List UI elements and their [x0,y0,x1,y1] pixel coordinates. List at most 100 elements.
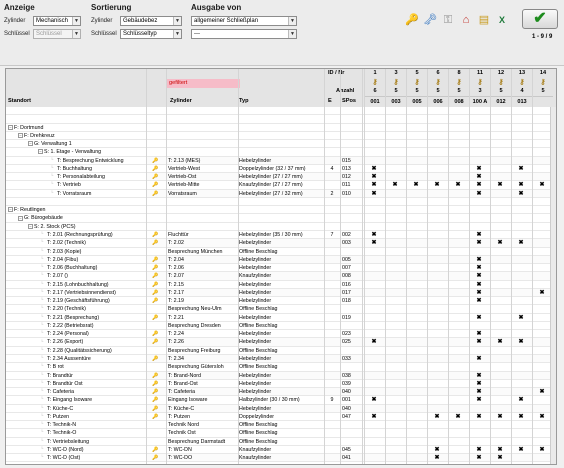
tree-node[interactable]: └ T: Cafeteria [6,388,146,396]
filter-indicator[interactable]: gefiltert [166,79,240,88]
tree-node[interactable]: └ T: 2.03 (Kopie) [6,247,146,255]
permission-mark[interactable]: ✖ [493,454,507,462]
permission-mark[interactable]: ✖ [493,181,507,189]
table-row[interactable]: └ T: 2.20 (Technik) Besprechung Neu-Ulm Off… [6,305,556,314]
table-row[interactable]: └ T: Küche-C 🔑 T: Küche-C Hebelzylinder 040 [6,404,556,413]
typ-header[interactable]: Typ [239,98,249,104]
table-row[interactable]: − F: Drehkreuz [6,131,556,141]
table-row[interactable]: └ T: Buchhaltung 🔑 Vertrieb-West Doppelzylin… [6,164,556,174]
tree-node[interactable]: └ T: WC-D (Ost) [6,454,146,462]
tree-node[interactable]: − F: Reutlingen [6,206,146,214]
permission-mark[interactable]: ✖ [367,396,381,404]
table-row[interactable]: └ T: 2.02 (Technik) 🔑 T: 2.02 Hebelzylinder 0… [6,239,556,248]
tree-node[interactable]: └ T: 2.28 (Qualitätssicherung) [6,346,146,354]
home-icon[interactable]: ⌂ [458,12,474,28]
permission-mark[interactable]: ✖ [367,231,381,239]
permission-mark[interactable]: ✖ [367,181,381,189]
permission-mark[interactable]: ✖ [472,256,486,264]
table-row[interactable]: − S: 1. Etage - Verwaltung [6,148,556,157]
table-row[interactable]: └ T: Technik-N Technik Nord Offline Beschla… [6,421,556,430]
permission-mark[interactable]: ✖ [493,413,507,421]
tree-node[interactable]: − F: Dortmund [6,123,146,131]
key-column-header[interactable]: 5 ⚷ 5 005 [406,69,427,107]
tree-node[interactable]: └ T: Personalabteilung [6,173,146,181]
table-row[interactable]: − F: Reutlingen [6,206,556,215]
table-row[interactable]: └ T: WC-D (Ost) 🔑 T: WC-DO Knaufzylinder 041 ✖… [6,454,556,463]
table-row[interactable]: └ T: Personalabteilung 🔑 Vertrieb-Ost Hebelz… [6,173,556,182]
permission-mark[interactable]: ✖ [472,380,486,388]
tree-node[interactable] [6,115,146,123]
permission-mark[interactable]: ✖ [535,388,549,396]
table-row[interactable]: └ T: Putzen 🔑 T: Putzen Doppelzylinder 047 ✖ ✖ ✖… [6,412,556,422]
sortierung-zylinder-select[interactable]: Gebäudebez ▼ [120,15,182,26]
table-row[interactable]: └ T: 2.21 (Besprechung) 🔑 T: 2.21 Hebelzylin… [6,313,556,322]
tree-node[interactable]: └ T: Brandtür Ost [6,379,146,388]
permission-mark[interactable]: ✖ [367,173,381,181]
tree-node[interactable]: └ T: B rot [6,363,146,371]
tree-node[interactable]: └ T: Küche-C [6,404,146,412]
permission-mark[interactable]: ✖ [451,181,465,189]
tree-node[interactable]: └ T: 2.04 (Fibu) [6,255,146,264]
permission-mark[interactable]: ✖ [535,413,549,421]
permission-mark[interactable]: ✖ [472,181,486,189]
collapse-icon[interactable]: − [8,207,13,213]
table-row[interactable]: └ T: 2.07 () 🔑 T: 2.07 Knaufzylinder 008 ✖ [6,272,556,281]
permission-mark[interactable]: ✖ [367,239,381,247]
key-add-icon[interactable]: 🔑 [404,12,420,28]
permission-mark[interactable]: ✖ [493,446,507,454]
permission-mark[interactable]: ✖ [472,372,486,380]
collapse-icon[interactable]: − [28,223,33,229]
permission-mark[interactable]: ✖ [472,264,486,272]
tree-node[interactable]: └ T: Vertriebsleitung [6,437,146,445]
table-row[interactable]: └ T: WC-D (Nord) 🔑 T: WC-DN Knaufzylinder 045… [6,445,556,455]
tree-node[interactable]: └ T: 2.20 (Technik) [6,305,146,313]
table-row[interactable]: − S: 2. Stock (PCS) [6,222,556,231]
permission-mark[interactable]: ✖ [430,446,444,454]
table-row[interactable]: └ T: Vorratsraum 🔑 Vorratsraum Hebelzylinder… [6,189,556,198]
permission-mark[interactable]: ✖ [430,181,444,189]
tree-node[interactable]: └ T: 2.22 (Betriebsrat) [6,321,146,330]
e-header[interactable]: E [328,98,332,104]
key-column-header[interactable]: 12 ⚷ 5 012 [490,69,511,107]
key-copy-icon[interactable]: ⚿ [440,12,456,28]
tree-node[interactable]: − S: 1. Etage - Verwaltung [6,148,146,156]
tree-node[interactable]: └ T: Technik-O [6,429,146,437]
excel-icon[interactable]: X [494,12,510,28]
key-column-header[interactable]: 6 ⚷ 5 006 [427,69,448,107]
tree-node[interactable]: └ T: 2.02 (Technik) [6,239,146,247]
permission-mark[interactable]: ✖ [514,338,528,346]
tree-node[interactable]: └ T: 2.15 (Lohnbuchhaltung) [6,280,146,288]
anzeige-schluessel-select[interactable]: Schlüssel ▼ [33,28,81,39]
permission-mark[interactable]: ✖ [409,181,423,189]
permission-mark[interactable]: ✖ [367,413,381,421]
key-column-header[interactable]: 8 ⚷ 5 008 [448,69,469,107]
chart-icon[interactable]: ▤ [476,12,492,28]
table-row[interactable]: └ T: Besprechung Entwicklung 🔑 T: 2.13 (MES… [6,156,556,165]
table-row[interactable]: └ T: 2.04 (Fibu) 🔑 T: 2.04 Hebelzylinder 005 ✖ [6,255,556,265]
tree-node[interactable]: └ T: Brandtür [6,371,146,379]
tree-node[interactable]: − G: Verwaltung 1 [6,140,146,148]
spos-header[interactable]: SPos [342,98,356,104]
tree-node[interactable]: └ T: Vertrieb [6,181,146,189]
table-row[interactable]: └ T: Technik-O Technik Ost Offline Beschlag [6,429,556,438]
permission-mark[interactable]: ✖ [472,388,486,396]
tree-node[interactable]: └ T: WC-D (Nord) [6,445,146,454]
sortierung-schluessel-select[interactable]: Schlüsseltyp ▼ [120,28,182,39]
key-column-header[interactable]: 1 ⚷ 6 001 [364,69,385,107]
table-row[interactable]: └ T: Vertriebsleitung Besprechung Darmstad… [6,437,556,446]
permission-mark[interactable]: ✖ [430,413,444,421]
permission-mark[interactable]: ✖ [472,281,486,289]
key-column-header[interactable]: 13 ⚷ 4 013 [511,69,532,107]
table-row[interactable]: − G: Verwaltung 1 [6,140,556,149]
table-row[interactable]: └ T: B rot Besprechung Gütersloh Offline Be… [6,363,556,372]
tree-node[interactable]: └ T: 2.26 (Export) [6,338,146,346]
table-row[interactable]: − F: Dortmund [6,123,556,132]
permission-mark[interactable]: ✖ [514,239,528,247]
key-column-header[interactable]: 14 ⚷ 5 [532,69,553,107]
table-row[interactable]: └ T: Brandtür 🔑 T: Brand-Nord Hebelzylinder 0… [6,371,556,380]
tree-node[interactable]: └ T: 2.21 (Besprechung) [6,313,146,321]
collapse-icon[interactable]: − [28,141,33,147]
tree-node[interactable]: └ T: 2.06 (Buchhaltung) [6,264,146,272]
tree-node[interactable] [6,107,146,115]
table-row[interactable]: └ T: 2.26 (Export) 🔑 T: 2.26 Hebelzylinder 02… [6,338,556,347]
